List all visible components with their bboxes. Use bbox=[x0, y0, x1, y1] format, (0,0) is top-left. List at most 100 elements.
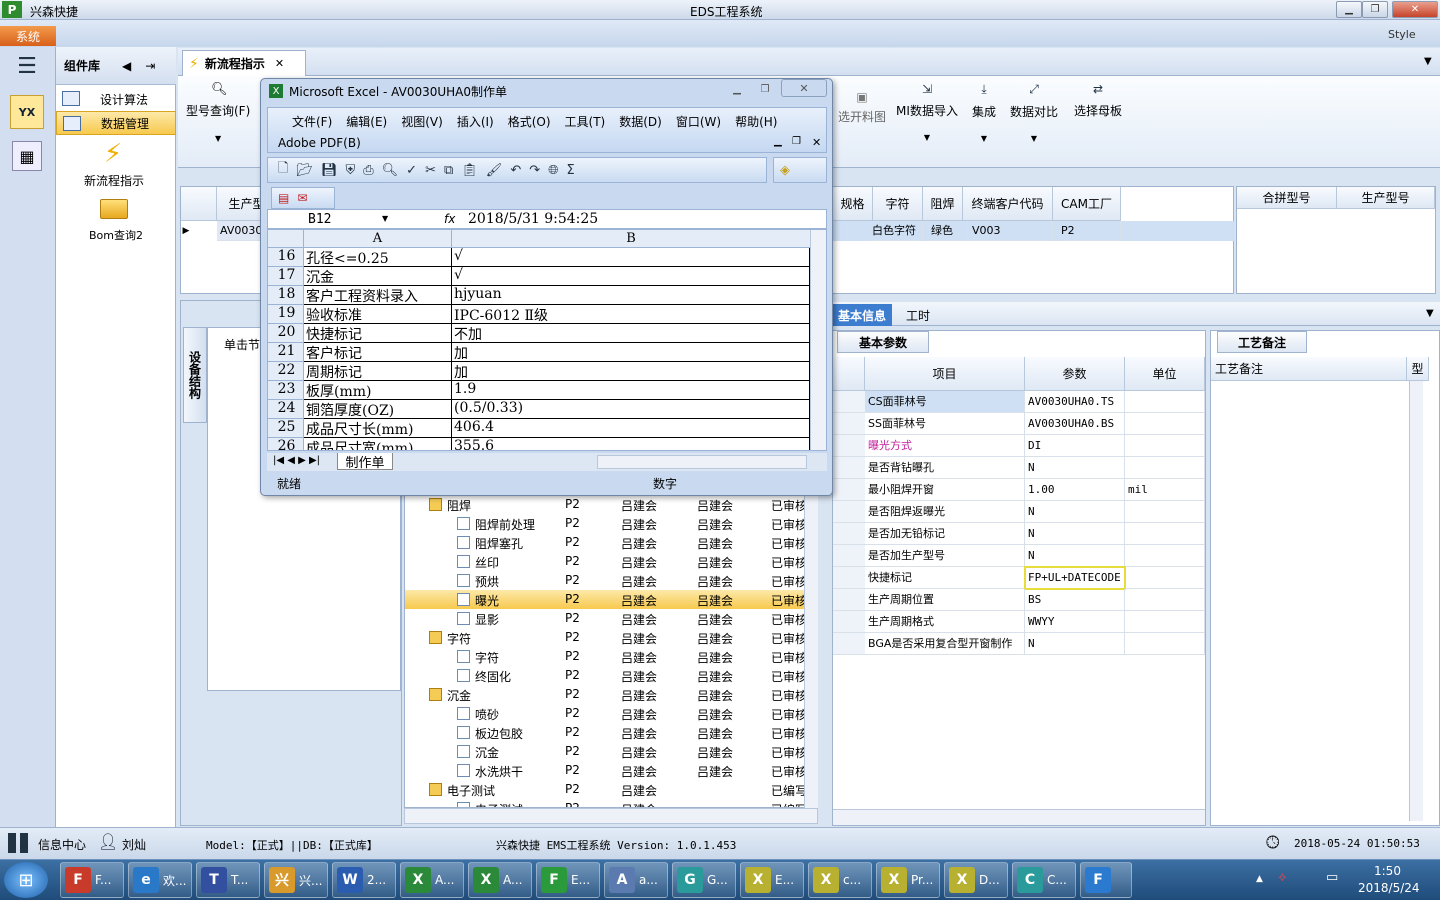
taskbar-button[interactable]: X E... bbox=[740, 862, 804, 898]
param-value[interactable]: N bbox=[1025, 457, 1125, 479]
model-query-button[interactable]: 型号查询(F) bbox=[186, 102, 250, 119]
taskbar-button[interactable]: Xc... bbox=[808, 862, 872, 898]
excel-name-box[interactable]: B12 bbox=[308, 212, 331, 227]
calculator-icon[interactable]: ▦ bbox=[12, 141, 42, 171]
param-row-header[interactable] bbox=[833, 545, 865, 567]
param-value[interactable]: AV0030UHA0.BS bbox=[1025, 413, 1125, 435]
tree-row[interactable]: 终固化 P2 吕建会 吕建会 已审核 bbox=[405, 666, 807, 685]
network-icon[interactable]: ▭ bbox=[1326, 870, 1338, 885]
sheet-row-number[interactable]: 25 bbox=[268, 419, 304, 438]
param-row-header[interactable] bbox=[833, 633, 865, 655]
info-center-label[interactable]: 信息中心 bbox=[38, 836, 86, 853]
sheet-cell-b[interactable]: (0.5/0.33) bbox=[452, 400, 810, 419]
integrate-button[interactable]: ⤓ 集成 ▼ bbox=[964, 82, 1004, 152]
tray-app-icon[interactable]: ⟡ bbox=[1278, 870, 1287, 885]
excel-menu-item[interactable]: 视图(V) bbox=[401, 113, 443, 130]
windows-grid-icon[interactable] bbox=[8, 833, 28, 853]
print-preview-icon[interactable]: 🔍︎ bbox=[382, 163, 399, 178]
column-header-a[interactable]: A bbox=[304, 230, 452, 248]
tray-time[interactable]: 1:50 bbox=[1374, 864, 1401, 878]
sidebar-item-data-management[interactable]: 数据管理 bbox=[56, 111, 176, 135]
param-header-value[interactable]: 参数 bbox=[1025, 357, 1125, 391]
param-horizontal-scrollbar[interactable] bbox=[833, 809, 1205, 825]
taskbar-button[interactable]: X Pr... bbox=[876, 862, 940, 898]
minimize-button[interactable]: ▁ bbox=[1336, 1, 1362, 18]
param-row-header[interactable] bbox=[833, 611, 865, 633]
sheet-cell-b[interactable]: 1.9 bbox=[452, 381, 810, 400]
param-value[interactable]: N bbox=[1025, 633, 1125, 655]
sheet-cell-a[interactable]: 成品尺寸长(mm) bbox=[304, 419, 452, 438]
chevron-down-icon[interactable]: ▼ bbox=[1426, 308, 1434, 319]
param-unit[interactable] bbox=[1125, 633, 1205, 655]
sheet-cell-b[interactable]: 355.6 bbox=[452, 438, 810, 450]
tree-row[interactable]: 水洗烘干 P2 吕建会 吕建会 已审核 bbox=[405, 761, 807, 780]
sheet-cell-a[interactable]: 周期标记 bbox=[304, 362, 452, 381]
sheet-row-number[interactable]: 18 bbox=[268, 286, 304, 305]
menu-hamburger-icon[interactable]: ☰ bbox=[14, 54, 40, 79]
sheet-row-number[interactable]: 24 bbox=[268, 400, 304, 419]
excel-doc-close[interactable]: ✕ bbox=[812, 136, 821, 149]
excel-restore-button[interactable]: ❐ bbox=[753, 81, 777, 97]
tree-row[interactable]: 显影 P2 吕建会 吕建会 已审核 bbox=[405, 609, 807, 628]
bom-query-label[interactable]: Bom查询2 bbox=[89, 227, 143, 243]
param-value[interactable]: DI bbox=[1025, 435, 1125, 457]
taskbar-button[interactable]: F bbox=[1080, 862, 1132, 898]
cut-icon[interactable]: ✂ bbox=[425, 163, 436, 178]
param-row-header[interactable] bbox=[833, 567, 865, 589]
taskbar-button[interactable]: X A... bbox=[400, 862, 464, 898]
new-file-icon[interactable]: 🗋 bbox=[278, 159, 288, 181]
tree-row[interactable]: 丝印 P2 吕建会 吕建会 已审核 bbox=[405, 552, 807, 571]
sheet-tab-production[interactable]: 制作单 bbox=[337, 453, 393, 471]
fill-color-icon[interactable]: ◈ bbox=[780, 163, 790, 178]
sheet-horizontal-scrollbar[interactable] bbox=[597, 455, 807, 469]
tree-row[interactable]: 电子测试P2 吕建会 已编写 bbox=[405, 799, 807, 807]
sheet-vertical-scrollbar[interactable] bbox=[810, 230, 826, 450]
param-item[interactable]: 是否阻焊返曝光 bbox=[865, 501, 1025, 523]
tree-row[interactable]: 字符 P2 吕建会 吕建会 已审核 bbox=[405, 628, 807, 647]
param-item[interactable]: 生产周期位置 bbox=[865, 589, 1025, 611]
param-unit[interactable]: mil bbox=[1125, 479, 1205, 501]
sheet-cell-b[interactable]: 不加 bbox=[452, 324, 810, 343]
taskbar-button[interactable]: G G... bbox=[672, 862, 736, 898]
function-icon[interactable]: fx bbox=[444, 212, 455, 226]
style-label[interactable]: Style bbox=[1388, 28, 1416, 41]
tree-row[interactable]: 喷砂 P2 吕建会 吕建会 已审核 bbox=[405, 704, 807, 723]
grid-header-char[interactable]: 字符 bbox=[873, 187, 923, 221]
param-unit[interactable] bbox=[1125, 435, 1205, 457]
param-value[interactable]: N bbox=[1025, 545, 1125, 567]
excel-menu-item[interactable]: 插入(I) bbox=[457, 113, 494, 130]
sheet-corner[interactable] bbox=[268, 230, 304, 248]
taskbar-button[interactable]: F F... bbox=[60, 862, 124, 898]
tab-basic-info[interactable]: 基本信息 bbox=[832, 304, 892, 326]
restore-button[interactable]: ❐ bbox=[1362, 1, 1388, 18]
param-item[interactable]: 是否背钻曝孔 bbox=[865, 457, 1025, 479]
name-box-dropdown-icon[interactable]: ▼ bbox=[382, 214, 388, 223]
grid-cell-cam-factory[interactable]: P2 bbox=[1058, 221, 1121, 241]
data-compare-button[interactable]: ⤢ 数据对比 ▼ bbox=[1006, 82, 1062, 152]
spelling-icon[interactable]: ✓ bbox=[406, 163, 417, 178]
sheet-row-number[interactable]: 20 bbox=[268, 324, 304, 343]
sheet-row-number[interactable]: 19 bbox=[268, 305, 304, 324]
tab-process-notes[interactable]: 工艺备注 bbox=[1217, 331, 1307, 353]
excel-doc-minimize[interactable]: ▁ bbox=[774, 136, 782, 147]
sheet-cell-b[interactable]: hjyuan bbox=[452, 286, 810, 305]
param-row-header[interactable] bbox=[833, 413, 865, 435]
excel-minimize-button[interactable]: ▁ bbox=[725, 81, 749, 97]
sheet-cell-a[interactable]: 验收标准 bbox=[304, 305, 452, 324]
tree-row[interactable]: 阻焊 P2 吕建会 吕建会 已审核 bbox=[405, 495, 807, 514]
param-unit[interactable] bbox=[1125, 501, 1205, 523]
param-row-header[interactable] bbox=[833, 435, 865, 457]
grid-header-customer-code[interactable]: 终端客户代码 bbox=[963, 187, 1053, 221]
format-painter-icon[interactable]: 🖌︎ bbox=[486, 163, 503, 178]
param-item[interactable]: 生产周期格式 bbox=[865, 611, 1025, 633]
param-value[interactable]: 1.00 bbox=[1025, 479, 1125, 501]
undo-icon[interactable]: ↶ bbox=[510, 163, 521, 178]
param-value[interactable]: AV0030UHA0.TS bbox=[1025, 391, 1125, 413]
sheet-cell-a[interactable]: 铜箔厚度(OZ) bbox=[304, 400, 452, 419]
param-item[interactable]: 最小阻焊开窗 bbox=[865, 479, 1025, 501]
param-unit[interactable] bbox=[1125, 413, 1205, 435]
taskbar-button[interactable]: 兴兴... bbox=[264, 862, 328, 898]
new-flow-label[interactable]: 新流程指示 bbox=[84, 172, 144, 189]
sheet-row-number[interactable]: 22 bbox=[268, 362, 304, 381]
grid-header-cam-factory[interactable]: CAM工厂 bbox=[1053, 187, 1121, 221]
